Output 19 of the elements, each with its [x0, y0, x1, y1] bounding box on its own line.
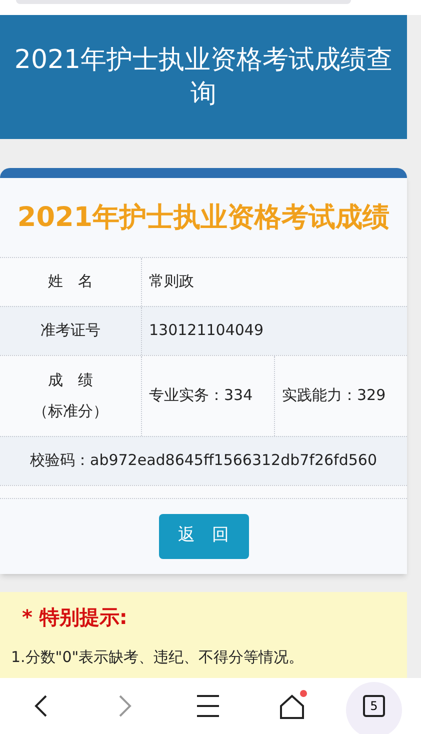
- tabs-button-background: [346, 682, 402, 734]
- tab-count-button[interactable]: 5: [363, 695, 385, 717]
- card-title: 2021年护士执业资格考试成绩: [16, 201, 391, 235]
- notice-heading: * 特别提示:: [21, 604, 128, 630]
- menu-icon[interactable]: [196, 695, 220, 717]
- back-icon[interactable]: [34, 694, 48, 718]
- page-title: 2021年护士执业资格考试成绩查询: [13, 44, 394, 111]
- verification-code: 校验码：ab972ead8645ff1566312db7f26fd560: [30, 450, 377, 472]
- field-value: 常则政: [149, 271, 194, 292]
- field-label: 准考证号: [40, 320, 100, 342]
- field-value: 130121104049: [149, 320, 264, 342]
- field-label: （标准分）: [33, 400, 108, 422]
- field-label: 成 绩: [48, 370, 93, 391]
- forward-icon[interactable]: [118, 694, 132, 718]
- score-value: 实践能力：329: [282, 385, 386, 406]
- notice-text: 1.分数"0"表示缺考、违纪、不得分等情况。: [11, 646, 305, 668]
- home-icon[interactable]: [279, 694, 305, 720]
- field-label: 姓 名: [48, 271, 93, 292]
- score-value: 专业实务：334: [149, 385, 253, 406]
